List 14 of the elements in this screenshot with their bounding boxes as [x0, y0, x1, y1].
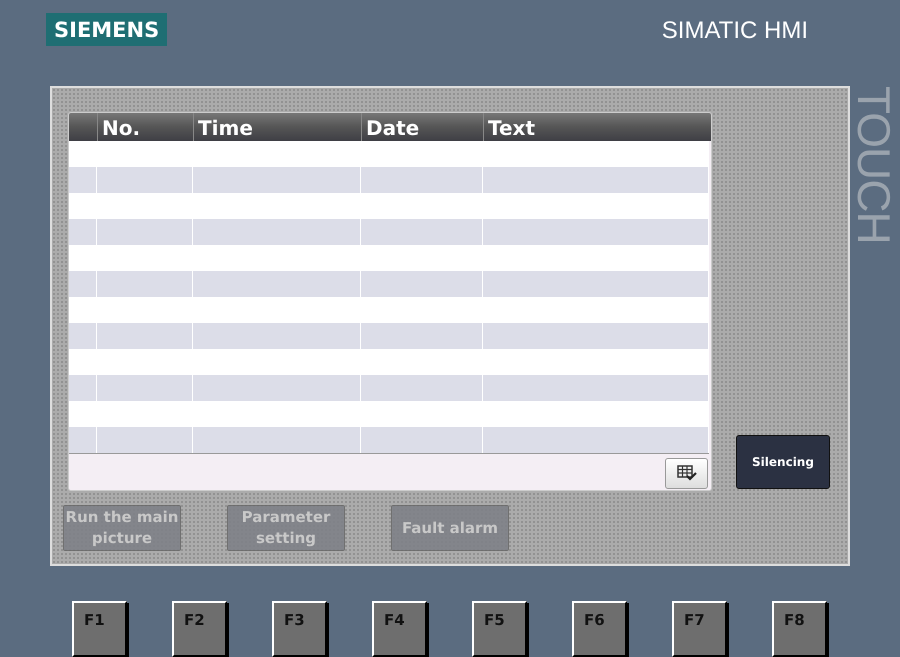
function-key[interactable]: F7 [672, 601, 727, 657]
table-check-icon [676, 465, 696, 481]
acknowledge-button[interactable] [665, 458, 708, 488]
touch-label: TOUCH [850, 86, 898, 246]
product-name: SIMATIC HMI [662, 17, 808, 45]
function-key[interactable]: F5 [472, 601, 527, 657]
function-key[interactable]: F8 [772, 601, 827, 657]
function-key[interactable]: F2 [172, 601, 227, 657]
function-key[interactable]: F3 [272, 601, 327, 657]
function-key[interactable]: F1 [72, 601, 127, 657]
function-key[interactable]: F4 [372, 601, 427, 657]
siemens-logo: SIEMENS [46, 13, 168, 46]
silencing-button[interactable]: Silencing [736, 435, 830, 489]
function-key[interactable]: F6 [572, 601, 627, 657]
